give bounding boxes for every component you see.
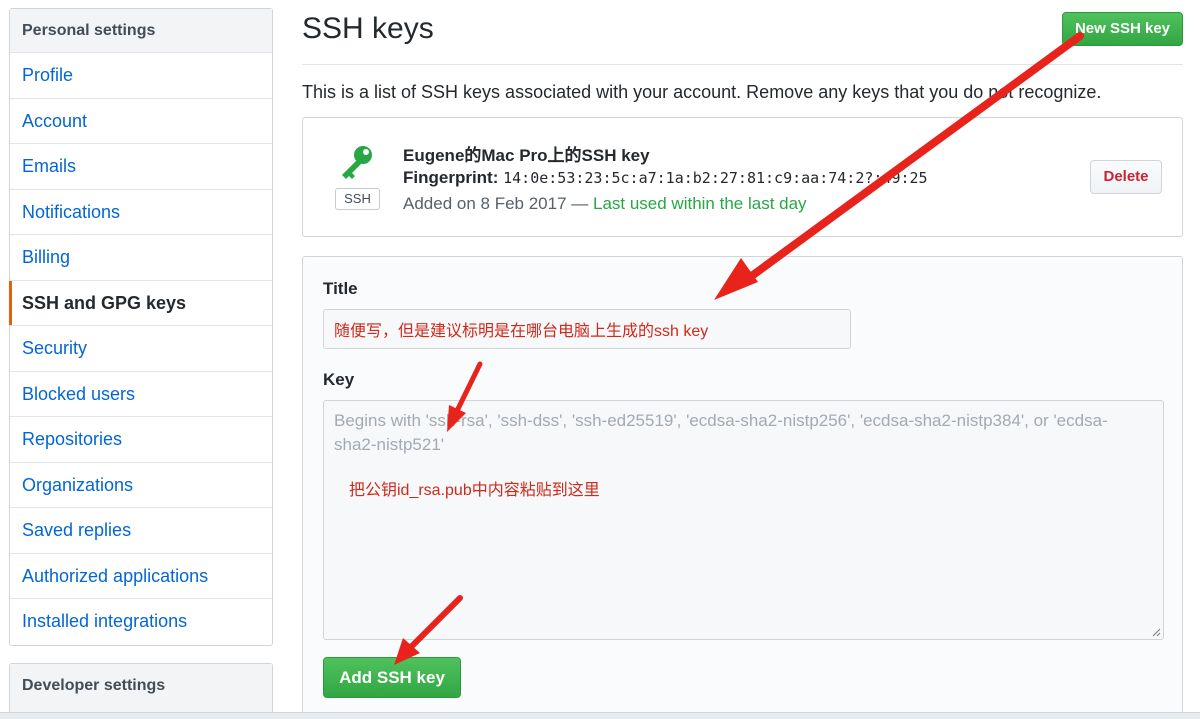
sidebar-item-ssh-gpg-keys[interactable]: SSH and GPG keys [9,280,272,326]
key-label: Key [323,370,355,389]
sidebar-item-emails[interactable]: Emails [10,144,272,190]
developer-settings-menu: Developer settings [9,663,273,719]
sidebar-item-security[interactable]: Security [10,326,272,372]
intro-text: This is a list of SSH keys associated wi… [302,82,1102,102]
ssh-key-title: Eugene的Mac Pro上的SSH key [403,146,650,165]
sidebar-item-repositories[interactable]: Repositories [10,417,272,463]
resize-handle-icon[interactable] [1151,627,1161,637]
added-date: Added on 8 Feb 2017 — [403,194,589,213]
ssh-badge: SSH [335,188,380,210]
key-annotation-note: 把公钥id_rsa.pub中内容粘贴到这里 [349,482,600,499]
ssh-key-added: Added on 8 Feb 2017 — Last used within t… [403,194,807,214]
new-ssh-key-button[interactable]: New SSH key [1062,12,1183,46]
sidebar-item-billing[interactable]: Billing [10,235,272,281]
sidebar-item-authorized-applications[interactable]: Authorized applications [10,554,272,599]
sidebar-item-installed-integrations[interactable]: Installed integrations [10,599,272,645]
page-title: SSH keys [302,12,434,45]
personal-settings-header: Personal settings [10,9,272,53]
sidebar-item-profile[interactable]: Profile [10,53,272,99]
sidebar-item-saved-replies[interactable]: Saved replies [10,508,272,554]
sidebar-item-account[interactable]: Account [10,99,272,144]
developer-settings-header[interactable]: Developer settings [10,664,272,708]
key-textarea[interactable]: Begins with 'ssh-rsa', 'ssh-dss', 'ssh-e… [323,400,1164,640]
fingerprint-value: 14:0e:53:23:5c:a7:1a:b2:27:81:c9:aa:74:2… [503,169,928,187]
bottom-edge [0,712,1200,719]
personal-settings-menu: Personal settings Profile Account Emails… [9,8,273,646]
title-divider [302,64,1183,65]
sidebar-item-blocked-users[interactable]: Blocked users [10,372,272,417]
key-placeholder: Begins with 'ssh-rsa', 'ssh-dss', 'ssh-e… [334,411,1108,454]
sidebar-item-notifications[interactable]: Notifications [10,190,272,235]
add-ssh-key-button[interactable]: Add SSH key [323,657,461,698]
delete-key-button[interactable]: Delete [1090,160,1162,194]
last-used-status: Last used within the last day [592,194,807,213]
sidebar-item-organizations[interactable]: Organizations [10,463,272,508]
ssh-key-item: SSH Eugene的Mac Pro上的SSH key Fingerprint:… [302,117,1183,237]
key-icon [342,146,372,179]
add-ssh-key-form: Title Key Begins with 'ssh-rsa', 'ssh-ds… [302,256,1183,719]
fingerprint-label: Fingerprint: [403,168,499,187]
ssh-key-fingerprint: Fingerprint: 14:0e:53:23:5c:a7:1a:b2:27:… [403,168,928,188]
title-label: Title [323,279,358,298]
title-input[interactable] [323,309,851,349]
